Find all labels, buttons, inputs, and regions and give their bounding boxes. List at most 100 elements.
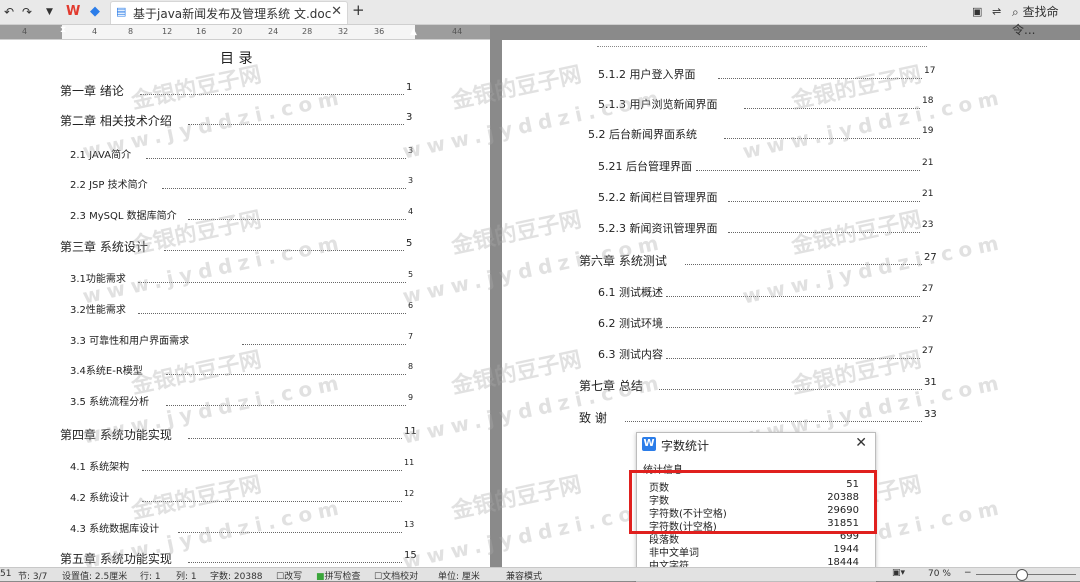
toc-leader (696, 158, 920, 171)
toc-entry[interactable]: 4.3 系统数据库设计 13 (70, 520, 416, 536)
view-mode-icon[interactable]: ▣▾ (892, 568, 905, 578)
document-tab[interactable]: ▤ 基于java新闻发布及管理系统 文.doc ✕ (110, 1, 348, 24)
toc-entry[interactable]: 6.2 测试环境 27 (598, 315, 934, 331)
undo-icon[interactable]: ↶ (4, 3, 14, 21)
toc-entry[interactable]: 2.2 JSP 技术简介 3 (70, 176, 420, 192)
toc-entry-text: 5.21 后台管理界面 (598, 160, 692, 173)
search-command[interactable]: ⌕ 查找命令... (1012, 3, 1080, 37)
toc-entry[interactable]: 第七章 总结 31 (579, 377, 937, 393)
toc-entry[interactable]: 第二章 相关技术介绍 3 (60, 112, 418, 128)
new-tab-icon[interactable]: + (352, 1, 365, 19)
toc-page-number: 7 (408, 332, 414, 341)
zoom-out-icon[interactable]: − (964, 568, 972, 578)
toc-entry[interactable]: 3.2性能需求 6 (70, 301, 420, 317)
toc-entry-text: 2.2 JSP 技术简介 (70, 180, 148, 191)
toc-entry[interactable]: 5.1.3 用户浏览新闻界面 18 (598, 96, 934, 112)
zoom-level[interactable]: 70 % (928, 569, 951, 579)
toc-entry[interactable]: 第六章 系统测试 27 (579, 252, 937, 268)
status-row[interactable]: 行: 1 (140, 569, 161, 582)
toc-entry[interactable]: 5.2.3 新闻资讯管理界面 23 (598, 220, 934, 236)
toc-entry[interactable]: 第五章 系统功能实现 15 (60, 550, 417, 566)
ruler-tick: 4 (92, 27, 98, 36)
toc-entry[interactable]: 5.2 后台新闻界面系统 19 (588, 126, 934, 142)
toc-leader (666, 346, 920, 359)
toc-leader (138, 301, 406, 314)
toc-title: 目 录 (220, 51, 253, 67)
toc-entry-text: 4.1 系统架构 (70, 462, 130, 473)
toc-entry-text: 3.4系统E-R模型 (70, 366, 143, 377)
toc-entry[interactable]: 2.1 JAVA简介 3 (70, 146, 420, 162)
toc-entry[interactable]: 5.1.2 用户登入界面 17 (598, 66, 936, 82)
zoom-slider-thumb[interactable] (1016, 569, 1028, 581)
toc-leader (188, 207, 406, 220)
toc-entry-text: 5.1.3 用户浏览新闻界面 (598, 98, 718, 111)
toc-entry-text: 第五章 系统功能实现 (60, 552, 172, 566)
toc-leader (142, 489, 402, 502)
status-words[interactable]: 字数: 20388 (210, 569, 263, 582)
status-unit[interactable]: 单位: 厘米 (438, 569, 480, 582)
toc-entry-text: 5.2.2 新闻栏目管理界面 (598, 191, 718, 204)
status-page[interactable]: 51 (0, 569, 11, 579)
toc-entry[interactable]: 2.3 MySQL 数据库简介 4 (70, 207, 420, 223)
ruler-tick: 32 (338, 27, 349, 36)
share-icon[interactable]: ⇌ (992, 3, 1001, 21)
ruler-tick: 36 (374, 27, 385, 36)
toc-entry-text: 6.1 测试概述 (598, 286, 663, 299)
toc-entry[interactable]: 3.3 可靠性和用户界面需求 7 (70, 332, 420, 348)
toc-page-number: 6 (408, 301, 414, 310)
status-col[interactable]: 列: 1 (176, 569, 197, 582)
status-section[interactable]: 节: 3/7 (18, 569, 47, 582)
redo-icon[interactable]: ↷ (22, 3, 32, 21)
monitor-icon[interactable]: ▣ (972, 3, 982, 21)
toc-page-number: 11 (404, 426, 417, 437)
close-icon[interactable]: ✕ (855, 435, 867, 451)
cube-icon[interactable]: ◆ (90, 3, 100, 21)
toc-leader (188, 426, 402, 439)
toc-page-number: 8 (408, 362, 414, 371)
toc-entry[interactable]: 3.1功能需求 5 (70, 270, 420, 286)
toc-entry[interactable]: 3.5 系统流程分析 9 (70, 393, 420, 409)
toc-page-number: 9 (408, 393, 414, 402)
toc-entry[interactable]: 4.2 系统设计 12 (70, 489, 416, 505)
toc-entry-text: 3.5 系统流程分析 (70, 397, 150, 408)
toc-leader (162, 176, 406, 189)
toc-entry[interactable]: 6.1 测试概述 27 (598, 284, 934, 300)
zoom-slider[interactable] (976, 569, 1076, 581)
toc-entry-text: 第六章 系统测试 (579, 254, 667, 268)
toc-entry[interactable]: 6.3 测试内容 27 (598, 346, 934, 362)
close-tab-icon[interactable]: ✕ (331, 4, 342, 19)
toc-entry-text: 5.2 后台新闻界面系统 (588, 128, 697, 141)
toc-entry[interactable]: 第三章 系统设计 5 (60, 238, 418, 254)
overwrite-toggle[interactable]: ☐改写 (276, 569, 302, 582)
toc-entry-text: 第七章 总结 (579, 379, 643, 393)
toc-entry-text: 第一章 绪论 (60, 84, 124, 98)
toc-leader (188, 112, 404, 125)
toc-entry[interactable]: 第一章 绪论 1 (60, 82, 418, 98)
toc-leader (685, 252, 922, 265)
word-count-value: 1944 (833, 544, 859, 555)
toc-entry-text: 2.1 JAVA简介 (70, 150, 132, 161)
toc-entry[interactable]: 5.2.2 新闻栏目管理界面 21 (598, 189, 934, 205)
toc-leader (242, 332, 406, 345)
toc-entry-text: 第二章 相关技术介绍 (60, 114, 172, 128)
status-setting[interactable]: 设置值: 2.5厘米 (62, 569, 127, 582)
status-bar: 51 节: 3/7 设置值: 2.5厘米 行: 1 列: 1 字数: 20388… (0, 567, 1080, 582)
chevron-down-icon[interactable]: ▼ (46, 3, 53, 21)
highlight-box (629, 470, 877, 534)
toc-entry[interactable]: 4.1 系统架构 11 (70, 458, 416, 474)
toc-page-number: 15 (404, 550, 417, 561)
horizontal-ruler[interactable]: 4 4 8 12 16 20 24 28 32 36 44 ⧗ ▲ (0, 25, 490, 40)
toc-entry[interactable]: 5.21 后台管理界面 21 (598, 158, 934, 174)
toc-page-number: 21 (922, 158, 934, 168)
indent-marker-icon[interactable]: ⧗ (60, 25, 66, 35)
doc-check-toggle[interactable]: ☐文档校对 (374, 569, 418, 582)
toc-leader (178, 520, 402, 533)
word-count-row: 非中文单词 1944 (649, 544, 859, 559)
right-indent-marker-icon[interactable]: ▲ (410, 27, 417, 37)
toc-entry[interactable]: 致 谢 33 (579, 409, 937, 425)
toc-leader (142, 458, 402, 471)
spell-check-toggle[interactable]: ■拼写检查 (316, 569, 361, 582)
wps-logo-icon[interactable]: W (66, 3, 80, 21)
toc-entry[interactable]: 3.4系统E-R模型 8 (70, 362, 420, 378)
toc-entry[interactable]: 第四章 系统功能实现 11 (60, 426, 417, 442)
